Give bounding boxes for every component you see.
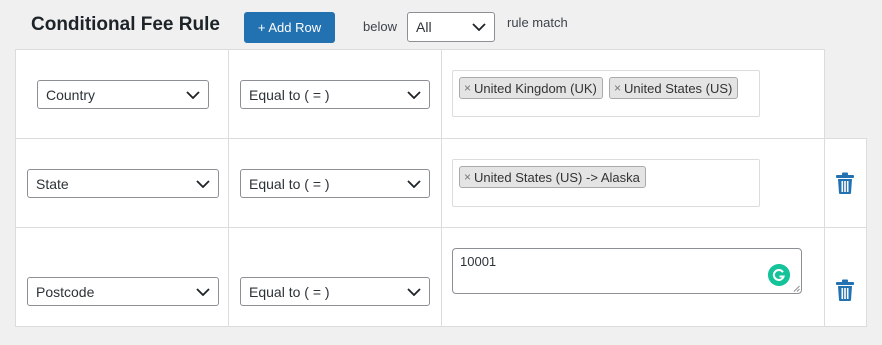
- chevron-down-icon: [407, 90, 421, 99]
- tag-label: United States (US): [624, 80, 733, 96]
- chevron-down-icon: [407, 287, 421, 296]
- grammarly-icon[interactable]: [768, 264, 790, 286]
- selected-value-tag[interactable]: × United States (US): [609, 77, 739, 99]
- tag-label: United States (US) -> Alaska: [474, 169, 640, 185]
- chevron-down-icon: [407, 179, 421, 188]
- resize-handle-icon[interactable]: [793, 285, 800, 292]
- column-divider: [824, 49, 825, 327]
- condition-field-select[interactable]: Postcode: [27, 277, 219, 306]
- postcode-text: 10001: [460, 254, 497, 269]
- column-divider: [228, 49, 229, 327]
- operator-select[interactable]: Equal to ( = ): [240, 80, 430, 109]
- rule-match-select-value: All: [416, 19, 432, 35]
- selected-value-tag[interactable]: × United Kingdom (UK): [459, 77, 603, 99]
- trash-icon[interactable]: [836, 172, 854, 194]
- condition-values-multiselect[interactable]: × United Kingdom (UK) × United States (U…: [452, 70, 760, 117]
- trash-icon[interactable]: [836, 279, 854, 301]
- remove-tag-icon[interactable]: ×: [464, 170, 471, 184]
- remove-tag-icon[interactable]: ×: [464, 81, 471, 95]
- condition-field-value: State: [36, 175, 69, 192]
- postcode-textarea[interactable]: 10001: [452, 248, 802, 294]
- operator-value: Equal to ( = ): [249, 175, 330, 192]
- operator-select[interactable]: Equal to ( = ): [240, 277, 430, 306]
- chevron-down-icon: [196, 287, 210, 296]
- condition-field-select[interactable]: State: [27, 169, 219, 198]
- remove-tag-icon[interactable]: ×: [614, 81, 621, 95]
- condition-field-value: Country: [46, 86, 96, 103]
- chevron-down-icon: [472, 23, 486, 31]
- rule-match-label: rule match: [507, 15, 568, 30]
- selected-value-tag[interactable]: × United States (US) -> Alaska: [459, 166, 646, 188]
- condition-values-multiselect[interactable]: × United States (US) -> Alaska: [452, 159, 760, 207]
- add-row-button[interactable]: + Add Row: [244, 12, 335, 43]
- operator-value: Equal to ( = ): [249, 86, 330, 103]
- page-title: Conditional Fee Rule: [31, 14, 220, 35]
- condition-field-select[interactable]: Country: [37, 80, 209, 109]
- below-label: below: [363, 19, 397, 34]
- chevron-down-icon: [196, 179, 210, 188]
- column-divider: [441, 49, 442, 327]
- condition-field-value: Postcode: [36, 283, 95, 300]
- operator-select[interactable]: Equal to ( = ): [240, 169, 430, 198]
- operator-value: Equal to ( = ): [249, 283, 330, 300]
- rule-match-select[interactable]: All: [407, 12, 495, 42]
- tag-label: United Kingdom (UK): [474, 80, 597, 96]
- chevron-down-icon: [186, 90, 200, 99]
